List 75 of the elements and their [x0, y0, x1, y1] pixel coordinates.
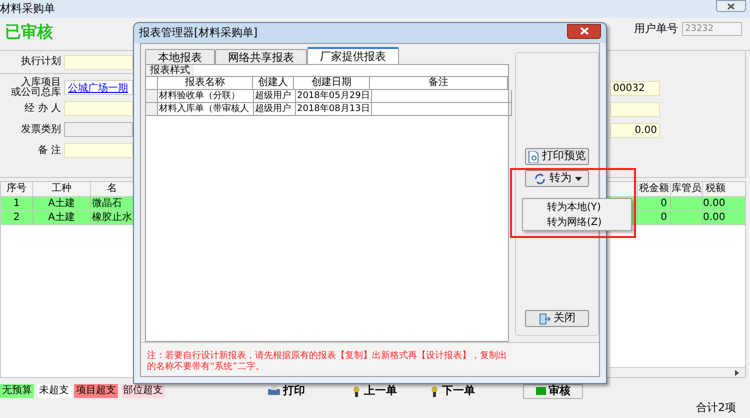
- field-label: 备 注: [36, 146, 62, 156]
- tab[interactable]: 本地报表: [145, 49, 215, 64]
- toolbar-button[interactable]: 审核: [523, 384, 583, 398]
- table-cell: A土建: [33, 197, 91, 210]
- row-header[interactable]: [146, 90, 158, 102]
- input-field[interactable]: [64, 122, 133, 137]
- legend-item: 无预算: [0, 384, 34, 398]
- column-header: 创建人: [252, 77, 294, 89]
- project-link[interactable]: 公城广场一期: [68, 83, 128, 94]
- column-header: 库管员: [670, 182, 702, 196]
- tab[interactable]: 厂家提供报表: [307, 47, 399, 64]
- scrollbar[interactable]: [609, 367, 745, 377]
- column-header: 序号: [1, 182, 33, 196]
- button[interactable]: 转为: [525, 170, 589, 187]
- legend-item: 未超支: [37, 384, 71, 398]
- column-header: 税金额: [637, 182, 670, 196]
- input-field[interactable]: [610, 102, 660, 117]
- field-label: 用户单号: [634, 21, 678, 37]
- input-field[interactable]: 0.00: [610, 123, 660, 138]
- close-button[interactable]: [567, 24, 601, 38]
- input-field[interactable]: [64, 54, 133, 70]
- table-cell: 0: [637, 197, 670, 210]
- field-label: 执行计划: [20, 57, 62, 67]
- square-icon: [536, 387, 546, 395]
- field-label: 入库项目 或公司总库: [10, 78, 62, 98]
- table-cell: 超级用户: [254, 90, 296, 102]
- table-cell: 1: [1, 197, 33, 210]
- document-magnifier-icon: [528, 150, 539, 162]
- button[interactable]: 关闭: [525, 310, 589, 327]
- column-header: 工种: [33, 182, 91, 196]
- close-button[interactable]: [716, 0, 746, 12]
- row-header[interactable]: [146, 103, 158, 115]
- pin-icon: [430, 386, 439, 396]
- input-field[interactable]: [64, 143, 133, 158]
- table-cell: 2018年05月29日: [296, 90, 372, 102]
- window-title: 材料采购单: [0, 0, 55, 17]
- toolbar-button[interactable]: 下一单: [430, 384, 475, 398]
- table-cell: 2: [1, 211, 33, 224]
- status-text: 合计2项: [696, 400, 736, 416]
- column-header: 税额: [702, 182, 728, 196]
- field-label: 经 办 人: [24, 104, 62, 114]
- approval-status: 已审核: [4, 21, 53, 43]
- column-header: 创建日期: [294, 77, 370, 89]
- table-cell: 0.00: [702, 197, 728, 210]
- close-icon: [580, 27, 588, 35]
- input-field[interactable]: [64, 101, 133, 116]
- table-cell: A土建: [33, 211, 91, 224]
- toolbar-button[interactable]: 打印: [268, 384, 305, 398]
- table-cell: 2018年08月13日: [296, 103, 372, 115]
- arrow-icon: [735, 370, 739, 376]
- note-text: 注：若要自行设计新报表，请先根据原有的报表【复制】出新格式再【设计报表】，复制出的名称不要带有“系统”二字。: [147, 351, 508, 373]
- menu-item[interactable]: 转为本地(Y): [523, 200, 631, 214]
- close-icon: [727, 2, 735, 10]
- input-field[interactable]: 00032: [610, 81, 660, 96]
- menu-item[interactable]: 转为网络(Z): [523, 214, 631, 230]
- arrows-cycle-icon: [532, 172, 546, 184]
- column-header: 备注: [370, 77, 508, 89]
- group-label: 报表样式: [146, 65, 194, 76]
- toolbar-button[interactable]: 上一单: [352, 384, 397, 398]
- table-cell: 材料验收单（分联）: [158, 90, 254, 102]
- table-cell: 0: [637, 211, 670, 224]
- dialog-title: 报表管理器[材料采购单]: [139, 24, 258, 41]
- legend-item: 项目超支: [74, 384, 118, 398]
- table-cell: 材料入库单（带审核人: [158, 103, 254, 115]
- field-label: 发票类别: [20, 124, 62, 134]
- column-header: 报表名称: [158, 77, 253, 89]
- printer-icon: [268, 386, 280, 396]
- legend-item: 部位超支: [121, 384, 165, 398]
- table-cell: 超级用户: [254, 103, 296, 115]
- button[interactable]: 打印预览: [525, 148, 589, 165]
- pin-icon: [352, 386, 361, 396]
- door-arrow-icon: [538, 312, 550, 324]
- tab[interactable]: 网络共享报表: [215, 49, 307, 64]
- input-field[interactable]: 公城广场一期: [64, 80, 133, 95]
- table-cell: 0.00: [702, 211, 728, 224]
